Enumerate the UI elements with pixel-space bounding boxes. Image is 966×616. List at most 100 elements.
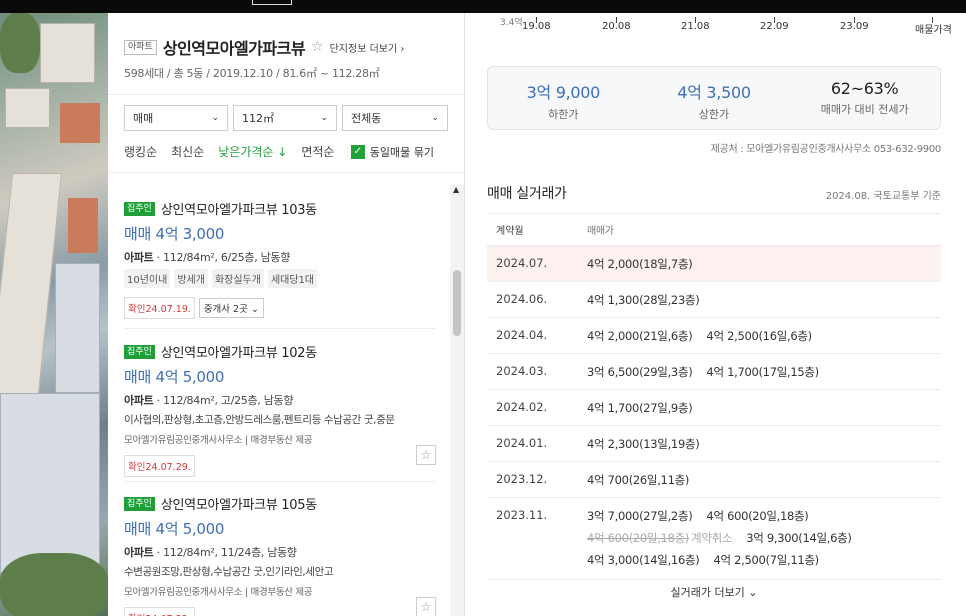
stat-upper: 4억 3,500 상한가 — [639, 67, 790, 129]
favorite-star-icon[interactable]: ☆ — [416, 597, 436, 616]
listing-spec-detail: · 112/84m², 고/25층, 남동향 — [153, 394, 294, 407]
row-month: 2024.04. — [496, 328, 548, 342]
row-month: 2024.03. — [496, 364, 548, 378]
feature-tag: 10년이내 — [124, 269, 171, 288]
price-source: 제공처 : 모아엘가유림공인중개사사무소 053-632-9900 — [710, 144, 942, 155]
stat-ratio: 62~63% 매매가 대비 전세가 — [789, 67, 940, 129]
more-deals-button[interactable]: 실거래가 더보기 ⌄ — [487, 584, 941, 600]
chevron-down-icon: ⌄ — [431, 113, 439, 123]
stat-lower-value: 3억 9,000 — [526, 83, 601, 102]
deal-price: 4억 2,000(21일,6층) — [587, 329, 693, 343]
deal-price: 3억 6,500(29일,3층) — [587, 365, 693, 379]
listing-features: 10년이내 방세개 화장실두개 세대당1대 — [124, 269, 436, 288]
row-month: 2023.11. — [496, 508, 548, 522]
brokers-dropdown[interactable]: 중개사 2곳 ⌄ — [198, 298, 264, 318]
deals-basis: 2024.08. 국토교통부 기준 — [825, 191, 941, 202]
confirm-date: 확인24.07.22. — [124, 607, 195, 616]
confirm-date: 확인24.07.29. — [124, 455, 195, 477]
map-tree — [0, 553, 108, 616]
group-same-listings-checkbox[interactable]: ✓ 동일매물 묶기 — [350, 144, 448, 160]
deal-price-cancelled: 4억 600(20일,18층) — [587, 531, 690, 545]
deal-price: 4억 2,000(18일,7층) — [587, 257, 693, 271]
chart-x-tick: 매물가격 — [915, 25, 952, 36]
listing-panel: 아파트 상인역모아엘가파크뷰 ☆ 단지정보 더보기 › 598세대 / 총 5동… — [108, 13, 465, 616]
listing-spec: 아파트 · 112/84m², 11/24층, 남동향 — [124, 544, 436, 560]
top-tab[interactable] — [252, 0, 292, 5]
chart-x-tick: 23.09 — [840, 21, 869, 32]
chevron-down-icon: ⌄ — [320, 113, 328, 123]
deal-price: 4억 3,000(14일,16층) — [587, 553, 700, 567]
complex-info-link[interactable]: 단지정보 더보기 › — [330, 40, 405, 55]
row-month: 2024.06. — [496, 292, 548, 306]
complex-header: 아파트 상인역모아엘가파크뷰 ☆ 단지정보 더보기 › 598세대 / 총 5동… — [108, 13, 464, 95]
listing-item[interactable]: 집주인 상인역모아엘가파크뷰 102동 매매 4억 5,000 아파트 · 112… — [124, 342, 436, 477]
area-select[interactable]: 112㎡ ⌄ — [233, 105, 337, 131]
deal-price: 3억 9,300(14일,6층) — [746, 531, 852, 545]
owner-tag: 집주인 — [124, 201, 155, 216]
star-icon[interactable]: ☆ — [311, 39, 324, 55]
table-row: 2024.06. 4억 1,300(28일,23층) — [487, 282, 941, 318]
stat-lower: 3억 9,000 하한가 — [488, 67, 639, 129]
listing-type: 아파트 — [124, 394, 154, 407]
deal-price: 4억 1,700(27일,9층) — [587, 401, 693, 415]
deal-price: 4억 1,700(17일,15층) — [706, 365, 819, 379]
favorite-star-icon[interactable]: ☆ — [416, 445, 436, 465]
agent-info: 모아엘가유림공인중개사사무소 | 매경부동산 제공 — [124, 587, 313, 598]
scroll-up-icon[interactable]: ▲ — [453, 185, 459, 194]
chevron-right-icon: › — [400, 43, 405, 55]
group-same-listings-label: 동일매물 묶기 — [369, 145, 434, 159]
listing-spec: 아파트 · 112/84m², 고/25층, 남동향 — [124, 392, 436, 408]
row-month: 2024.02. — [496, 400, 548, 414]
sort-latest[interactable]: 최신순 — [171, 143, 204, 160]
owner-tag: 집주인 — [124, 496, 155, 511]
complex-info-link-label: 단지정보 더보기 — [329, 43, 398, 55]
listing-description: 이사협의,판상형,초고층,안방드레스룸,펜트리등 수납공간 굿,중문 — [124, 414, 395, 426]
list-scrollbar[interactable]: ▲ — [450, 185, 464, 616]
chevron-down-icon: ⌄ — [211, 113, 219, 123]
sort-ranking[interactable]: 랭킹순 — [124, 143, 157, 160]
map-area[interactable] — [0, 13, 108, 616]
map-building — [40, 23, 95, 83]
listing-price: 매매 4억 5,000 — [124, 520, 225, 538]
table-row: 2024.01. 4억 2,300(13일,19층) — [487, 426, 941, 462]
area-value: 112㎡ — [242, 112, 274, 125]
scroll-thumb[interactable] — [453, 270, 461, 336]
chart-x-tick: 22.09 — [760, 21, 789, 32]
deal-price: 4억 600(20일,18층) — [706, 509, 809, 523]
chart-x-axis: 3.4억 19.08 20.08 21.08 22.09 23.09 매물가격 — [466, 17, 956, 41]
feature-tag: 화장실두개 — [211, 269, 264, 288]
col-price: 매매가 — [587, 226, 614, 237]
chart-x-tick: 21.08 — [681, 21, 710, 32]
listing-item[interactable]: 집주인 상인역모아엘가파크뷰 103동 매매 4억 3,000 아파트 · 112… — [124, 199, 436, 319]
trade-type-select[interactable]: 매매 ⌄ — [124, 105, 228, 131]
deal-price: 4억 2,500(7일,11층) — [713, 553, 819, 567]
deals-title: 매매 실거래가 — [487, 186, 567, 202]
row-month: 2023.12. — [496, 472, 548, 486]
listing-name: 상인역모아엘가파크뷰 103동 — [160, 203, 317, 218]
complex-summary: 598세대 / 총 5동 / 2019.12.10 / 81.6㎡ ~ 112.… — [124, 67, 380, 80]
deals-table: 계약월 매매가 2024.07. 4억 2,000(18일,7층) 2024.0… — [487, 213, 941, 580]
chart-x-tick: 19.08 — [522, 21, 551, 32]
table-header: 계약월 매매가 — [487, 213, 941, 246]
stat-ratio-label: 매매가 대비 전세가 — [820, 103, 909, 116]
table-row: 2023.11. 3억 7,000(27일,2층) 4억 600(20일,18층)… — [487, 498, 941, 580]
cancel-label: 계약취소 — [691, 531, 733, 545]
deal-price: 3억 7,000(27일,2층) — [587, 509, 693, 523]
col-contract-month: 계약월 — [496, 226, 524, 237]
dong-select[interactable]: 전체동 ⌄ — [342, 105, 448, 131]
listing-spec-detail: · 112/84m², 6/25층, 남동향 — [153, 251, 291, 264]
dong-value: 전체동 — [351, 112, 382, 125]
sort-bar: 랭킹순 최신순 낮은가격순 ↓ 면적순 ✓ 동일매물 묶기 — [108, 131, 464, 160]
listing-type: 아파트 — [124, 546, 154, 559]
deal-price: 4억 2,300(13일,19층) — [587, 437, 700, 451]
sort-area[interactable]: 면적순 — [301, 143, 334, 160]
listing-list: 집주인 상인역모아엘가파크뷰 103동 매매 4억 3,000 아파트 · 112… — [108, 185, 458, 616]
listing-item[interactable]: 집주인 상인역모아엘가파크뷰 105동 매매 4억 5,000 아파트 · 112… — [124, 494, 436, 616]
listing-spec-detail: · 112/84m², 11/24층, 남동향 — [153, 546, 297, 559]
deal-price: 4억 2,500(16일,6층) — [706, 329, 812, 343]
listing-spec: 아파트 · 112/84m², 6/25층, 남동향 — [124, 249, 436, 265]
stat-lower-label: 하한가 — [548, 108, 579, 121]
sort-low-price[interactable]: 낮은가격순 ↓ — [218, 143, 287, 160]
detail-panel: 3.4억 19.08 20.08 21.08 22.09 23.09 매물가격 … — [466, 13, 956, 616]
map-building — [68, 198, 98, 253]
